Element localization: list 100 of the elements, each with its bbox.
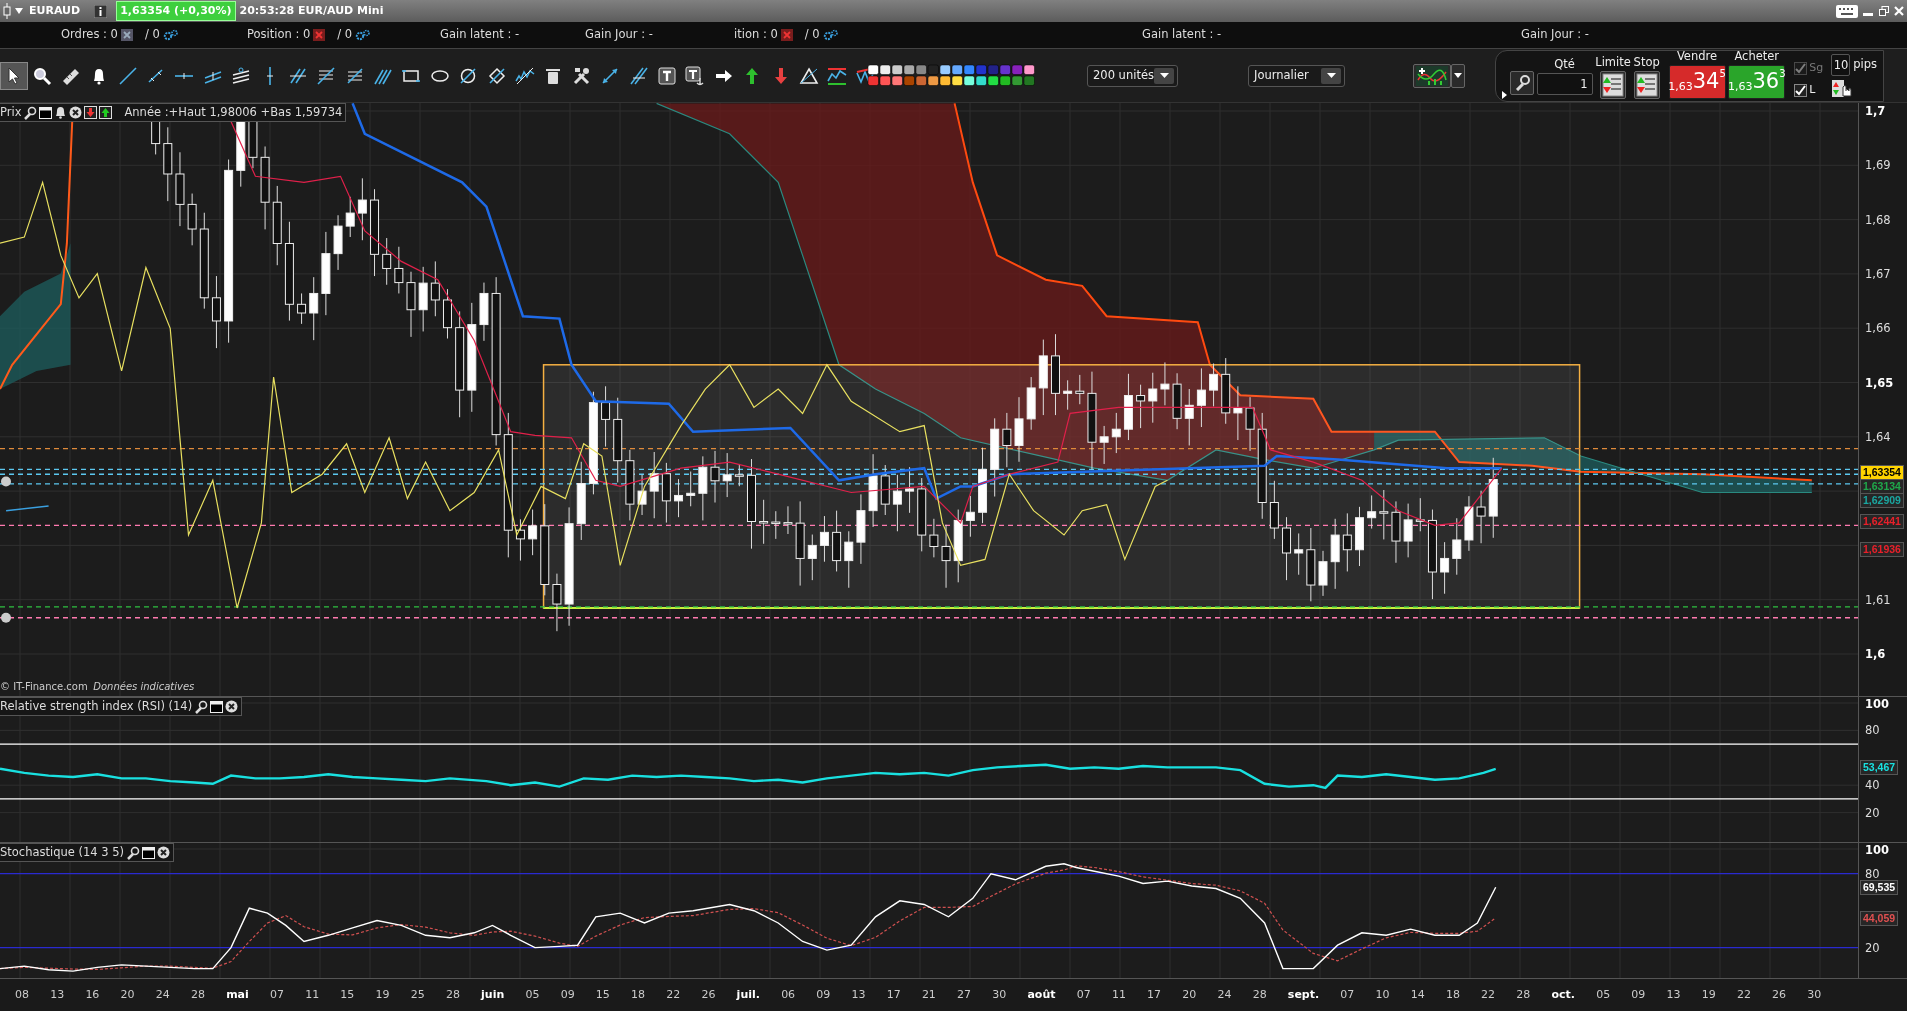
price-tag: 1,61936 bbox=[1860, 542, 1904, 557]
info-label: Gain Jour : - bbox=[1521, 26, 1589, 44]
copyright-label: © IT-Finance.com bbox=[0, 680, 88, 694]
field-label: Acheter bbox=[1734, 49, 1780, 63]
info-count: / 0 bbox=[337, 26, 353, 44]
symbol-label: EURAUD bbox=[29, 2, 81, 19]
axis-label: 10 bbox=[1375, 987, 1390, 1003]
axis-label: 19 bbox=[375, 987, 390, 1003]
axis-label: août bbox=[1027, 987, 1056, 1003]
axis-label: 07 bbox=[1076, 987, 1091, 1003]
option-label: L bbox=[1809, 82, 1816, 98]
axis-label: 1,68 bbox=[1865, 212, 1891, 227]
axis-label: 30 bbox=[1807, 987, 1822, 1003]
axis-label: 80 bbox=[1865, 723, 1880, 738]
axis-label: 30 bbox=[992, 987, 1007, 1003]
axis-label: 11 bbox=[1111, 987, 1126, 1003]
axis-label: 26 bbox=[1772, 987, 1787, 1003]
value-tag: 44,059 bbox=[1860, 911, 1899, 927]
axis-label: 27 bbox=[957, 987, 972, 1003]
axis-label: 24 bbox=[155, 987, 170, 1003]
axis-label: 1,67 bbox=[1865, 266, 1891, 281]
axis-label: 100 bbox=[1865, 697, 1889, 711]
info-label: Position : 0 bbox=[247, 26, 311, 44]
axis-label: 15 bbox=[340, 987, 355, 1003]
axis-label: 17 bbox=[886, 987, 901, 1003]
info-label: Gain latent : - bbox=[1142, 26, 1222, 44]
axis-label: 15 bbox=[595, 987, 610, 1003]
axis-label: 24 bbox=[1217, 987, 1232, 1003]
axis-label: 16 bbox=[85, 987, 100, 1003]
axis-label: 20 bbox=[120, 987, 135, 1003]
axis-label: 100 bbox=[1865, 843, 1889, 857]
axis-label: 13 bbox=[1666, 987, 1681, 1003]
axis-label: 05 bbox=[1596, 987, 1611, 1003]
field-label: Stop bbox=[1633, 55, 1660, 69]
axis-label: 20 bbox=[1865, 805, 1880, 820]
axis-label: juin bbox=[481, 987, 505, 1003]
axis-label: 09 bbox=[1631, 987, 1646, 1003]
axis-label: 1,64 bbox=[1865, 429, 1891, 444]
axis-label: oct. bbox=[1551, 987, 1575, 1003]
value-tag: 69,535 bbox=[1860, 879, 1899, 895]
panel-title: Prix bbox=[0, 103, 22, 121]
axis-label: 22 bbox=[1736, 987, 1751, 1003]
field-label: Qté bbox=[1554, 57, 1575, 71]
info-label: Ordres : 0 bbox=[61, 26, 118, 44]
field-label: Vendre bbox=[1676, 49, 1718, 63]
info-label: Gain Jour : - bbox=[585, 26, 653, 44]
axis-label: 1,7 bbox=[1865, 104, 1886, 118]
axis-label: 14 bbox=[1410, 987, 1425, 1003]
disclaimer-label: Données indicatives bbox=[93, 680, 195, 694]
axis-label: sept. bbox=[1287, 987, 1320, 1003]
axis-label: juil. bbox=[736, 987, 760, 1003]
axis-label: 28 bbox=[190, 987, 205, 1003]
axis-label: 11 bbox=[305, 987, 320, 1003]
axis-label: 28 bbox=[445, 987, 460, 1003]
axis-label: 07 bbox=[269, 987, 284, 1003]
axis-label: 25 bbox=[410, 987, 425, 1003]
value-tag: 53,467 bbox=[1860, 759, 1899, 775]
axis-label: 18 bbox=[631, 987, 646, 1003]
axis-label: 20 bbox=[1865, 940, 1880, 955]
axis-label: 40 bbox=[1865, 778, 1880, 793]
info-count: / 0 bbox=[804, 26, 820, 44]
axis-label: 18 bbox=[1445, 987, 1460, 1003]
period-select[interactable]: Journalier bbox=[1248, 64, 1345, 87]
axis-label: 1,65 bbox=[1865, 375, 1894, 390]
axis-label: 80 bbox=[1865, 866, 1880, 881]
info-label: ition : 0 bbox=[734, 26, 778, 44]
price-badge: 1,63354 (+0,30%) bbox=[116, 0, 236, 22]
axis-label: 05 bbox=[525, 987, 540, 1003]
axis-label: 06 bbox=[781, 987, 796, 1003]
axis-label: 20 bbox=[1182, 987, 1197, 1003]
price-tag: 1,62909 bbox=[1860, 493, 1904, 508]
axis-label: 13 bbox=[50, 987, 65, 1003]
axis-label: 1,6 bbox=[1865, 647, 1886, 661]
axis-label: mai bbox=[226, 987, 249, 1003]
axis-label: 28 bbox=[1252, 987, 1267, 1003]
axis-label: 07 bbox=[1340, 987, 1355, 1003]
axis-label: 1,66 bbox=[1865, 321, 1891, 336]
chart-info-label: Année :+Haut 1,98006 +Bas 1,59734 bbox=[124, 103, 343, 121]
panel-title: Stochastique (14 3 5) bbox=[0, 843, 125, 861]
axis-label: 17 bbox=[1147, 987, 1162, 1003]
option-label: Sg bbox=[1809, 60, 1824, 76]
axis-label: 1,61 bbox=[1865, 592, 1891, 607]
axis-label: 28 bbox=[1516, 987, 1531, 1003]
axis-label: 13 bbox=[851, 987, 866, 1003]
axis-label: 09 bbox=[816, 987, 831, 1003]
info-label: Gain latent : - bbox=[440, 26, 520, 44]
panel-title: Relative strength index (RSI) (14) bbox=[0, 697, 193, 715]
quantity-field[interactable]: 1 bbox=[1536, 72, 1593, 95]
quantity-select[interactable]: 200 unités bbox=[1087, 64, 1178, 87]
axis-label: 21 bbox=[921, 987, 936, 1003]
field-label: Limite bbox=[1595, 55, 1631, 69]
axis-label: 09 bbox=[560, 987, 575, 1003]
price-tag: 1,62441 bbox=[1860, 514, 1904, 529]
axis-label: 22 bbox=[1481, 987, 1496, 1003]
info-count: / 0 bbox=[144, 26, 160, 44]
axis-label: 22 bbox=[666, 987, 681, 1003]
axis-label: 26 bbox=[701, 987, 716, 1003]
pips-label: pips bbox=[1853, 58, 1877, 72]
axis-label: 1,69 bbox=[1865, 158, 1891, 173]
pips-field[interactable]: 10 bbox=[1831, 53, 1851, 76]
